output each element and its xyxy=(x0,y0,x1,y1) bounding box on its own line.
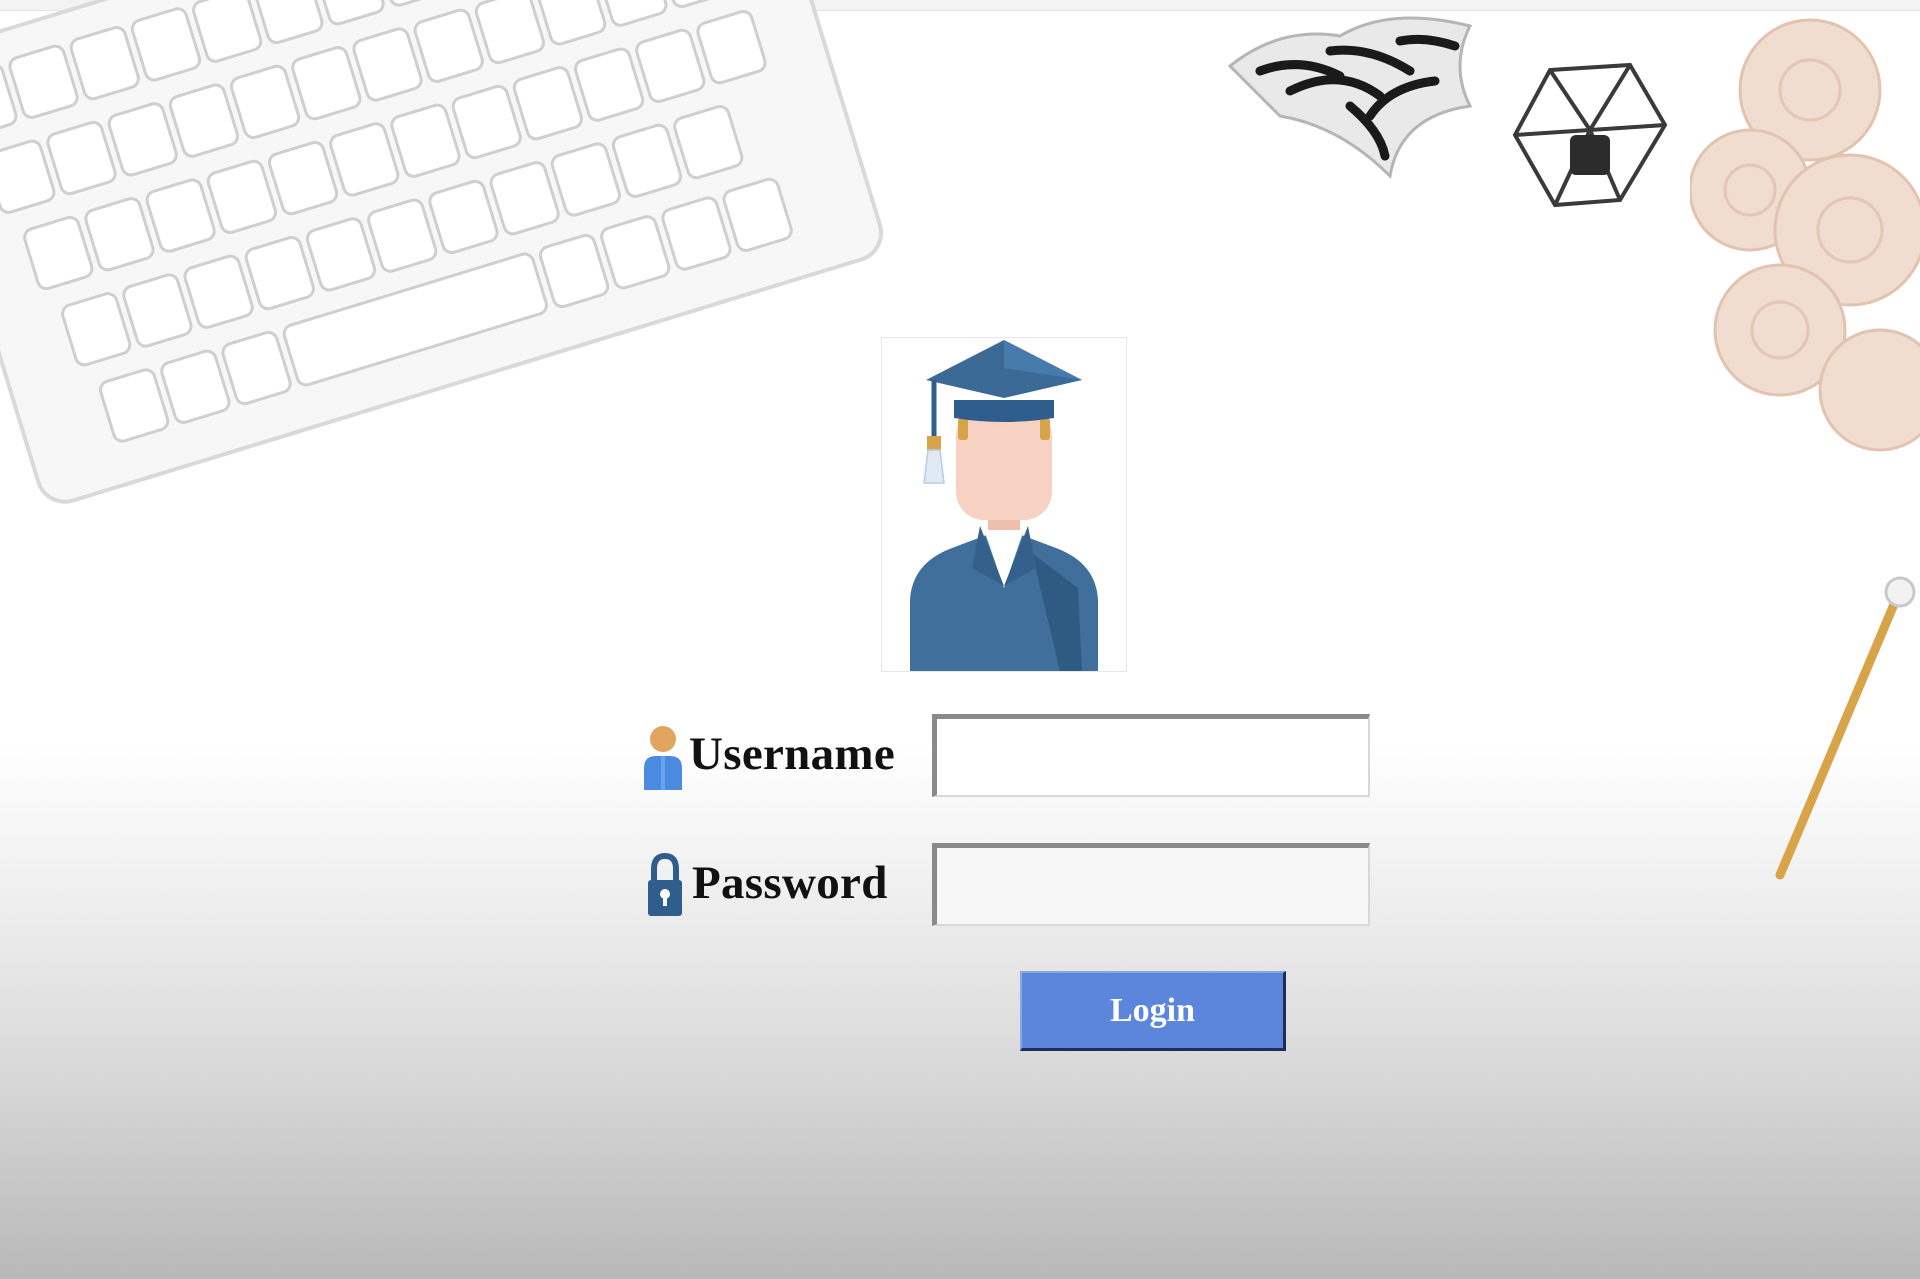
password-input[interactable] xyxy=(932,843,1370,926)
avatar-frame xyxy=(881,337,1127,672)
username-input[interactable] xyxy=(932,714,1370,797)
gold-pen-image xyxy=(1775,576,1916,880)
geometric-candle-holder-image xyxy=(1512,62,1668,208)
lock-icon xyxy=(648,852,682,916)
graduate-avatar-icon xyxy=(910,340,1098,671)
username-label: Username xyxy=(689,728,896,780)
password-label: Password xyxy=(692,857,888,909)
roses-image xyxy=(1690,18,1920,452)
zebra-tray-image xyxy=(1227,16,1473,180)
keyboard-background-image xyxy=(0,0,884,504)
user-icon xyxy=(644,726,682,790)
login-button[interactable]: Login xyxy=(1020,971,1286,1051)
